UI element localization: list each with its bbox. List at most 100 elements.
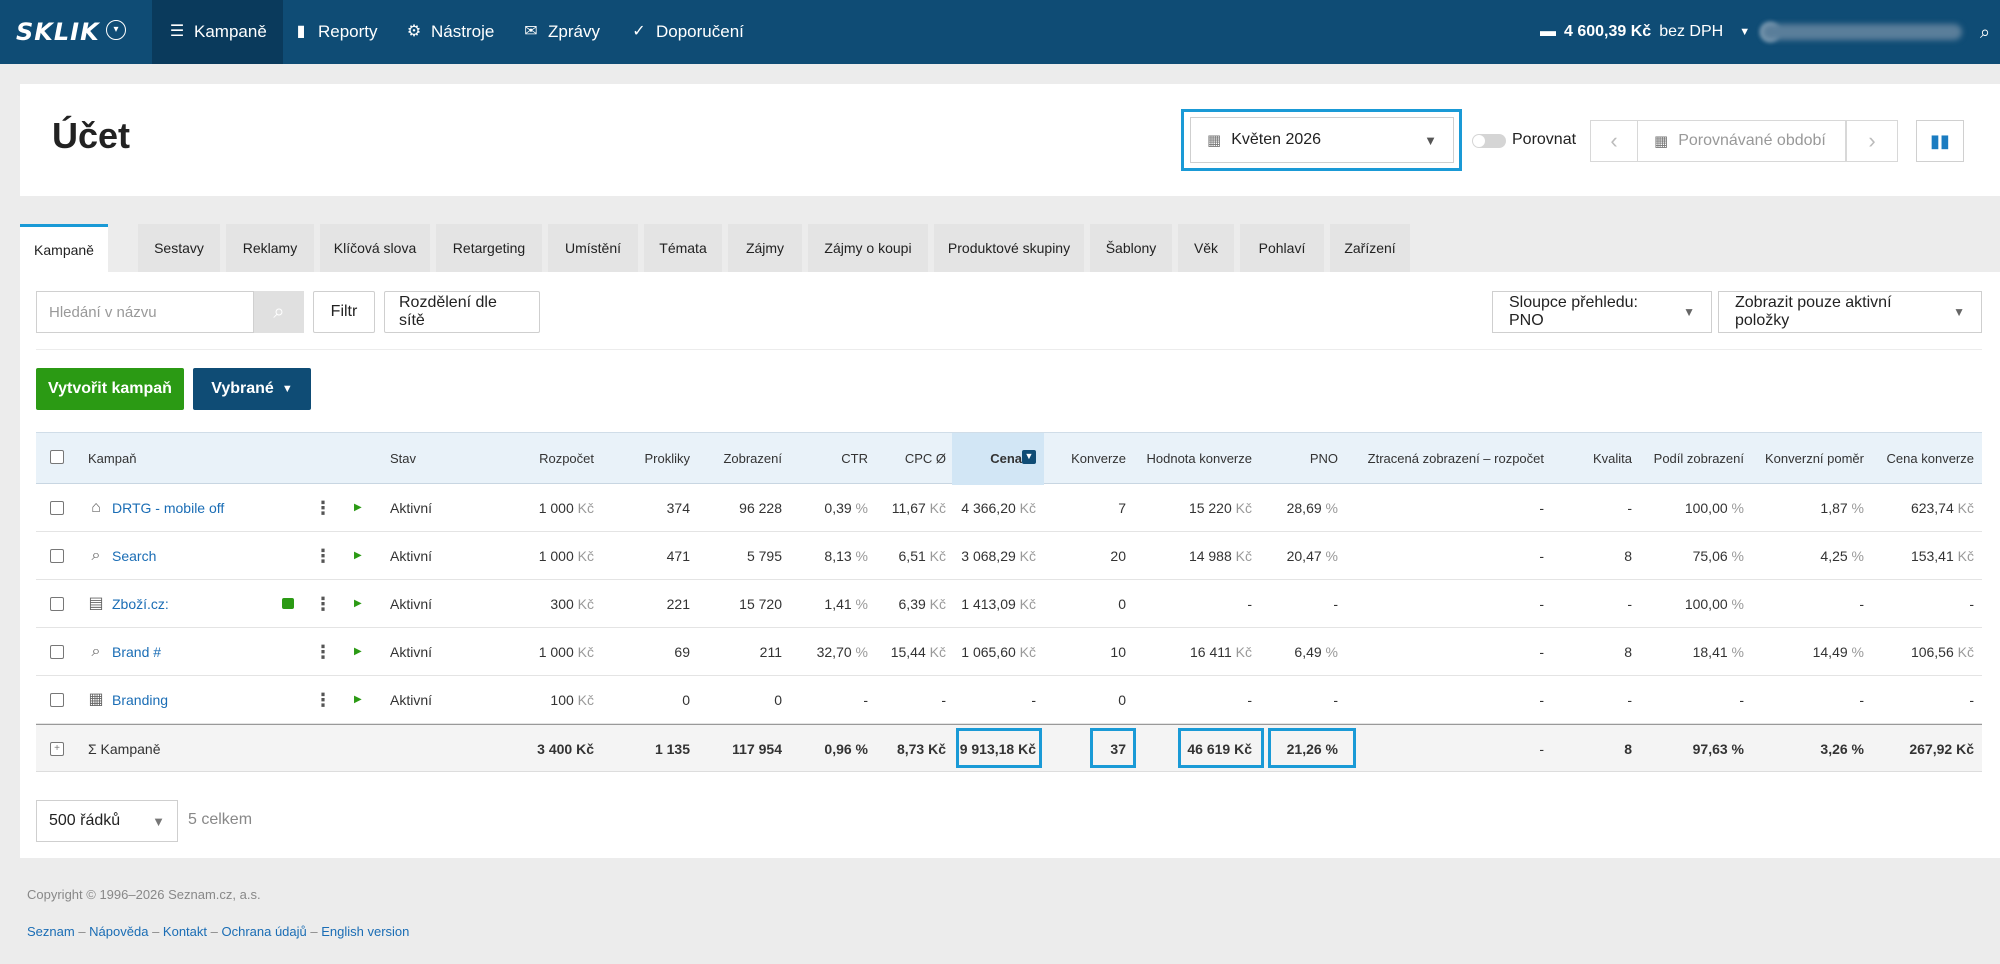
nav-campaigns[interactable]: ☰ Kampaně <box>152 0 283 64</box>
conversion-value-cell: - <box>1247 596 1252 612</box>
sort-desc-icon[interactable]: ▼ <box>1022 450 1036 464</box>
search-button[interactable]: ⌕ <box>254 291 304 333</box>
column-header-quality[interactable]: Kvalita <box>1556 433 1632 485</box>
column-header-conversions[interactable]: Konverze <box>1046 433 1126 485</box>
tab-sets[interactable]: Sestavy <box>138 224 220 272</box>
select-all-checkbox[interactable] <box>50 450 64 464</box>
play-icon[interactable]: ▶ <box>354 484 362 532</box>
row-checkbox[interactable] <box>50 549 64 563</box>
account-balance[interactable]: ▬ 4 600,39 Kč bez DPH ▼ <box>1540 0 1750 64</box>
column-header-impressions[interactable]: Zobrazení <box>696 433 782 485</box>
selected-actions-button[interactable]: Vybrané ▼ <box>193 368 311 410</box>
footer-link-help[interactable]: Nápověda <box>89 924 148 939</box>
campaign-name-link[interactable]: Brand # <box>112 628 161 676</box>
tab-product-groups[interactable]: Produktové skupiny <box>934 224 1084 272</box>
ctr-value: 8,13 <box>824 548 852 564</box>
tab-keywords[interactable]: Klíčová slova <box>320 224 430 272</box>
tab-devices[interactable]: Zařízení <box>1330 224 1410 272</box>
sklik-logo[interactable]: SKLIK <box>16 18 100 46</box>
play-icon[interactable]: ▶ <box>354 532 362 580</box>
column-header-budget[interactable]: Rozpočet <box>476 433 594 485</box>
chart-toggle-button[interactable]: ▮▮ <box>1916 120 1964 162</box>
row-checkbox[interactable] <box>50 693 64 707</box>
footer-link-contact[interactable]: Kontakt <box>163 924 207 939</box>
nav-messages[interactable]: ✉ Zprávy <box>506 0 616 64</box>
columns-select[interactable]: Sloupce přehledu: PNO ▼ <box>1492 291 1712 333</box>
row-menu-icon[interactable]: ⋮ <box>314 580 332 628</box>
summary-conversion-cost: 267,92 Kč <box>1909 741 1974 757</box>
nav-recommendations[interactable]: ✓ Doporučení <box>614 0 760 64</box>
table-row[interactable]: ▦ Branding ⋮ ▶ Aktivní 100 Kč 0 0 - - - … <box>36 676 1982 724</box>
campaign-name-link[interactable]: DRTG - mobile off <box>112 484 224 532</box>
cost-cell: 3 068,29 Kč <box>952 532 1036 580</box>
row-menu-icon[interactable]: ⋮ <box>314 484 332 532</box>
row-checkbox[interactable] <box>50 597 64 611</box>
row-checkbox[interactable] <box>50 501 64 515</box>
tab-topics[interactable]: Témata <box>644 224 722 272</box>
play-icon[interactable]: ▶ <box>354 580 362 628</box>
nav-tools[interactable]: ⚙ Nástroje <box>389 0 510 64</box>
footer-link-privacy[interactable]: Ochrana údajů <box>221 924 306 939</box>
row-menu-icon[interactable]: ⋮ <box>314 676 332 724</box>
user-name-blurred[interactable] <box>1762 24 1962 40</box>
unit: % <box>855 500 868 516</box>
campaign-name-link[interactable]: Search <box>112 532 156 580</box>
tab-placements[interactable]: Umístění <box>548 224 638 272</box>
tab-ads[interactable]: Reklamy <box>226 224 314 272</box>
column-header-ctr[interactable]: CTR <box>792 433 868 485</box>
create-campaign-button[interactable]: Vytvořit kampaň <box>36 368 184 410</box>
search-icon[interactable]: ⌕ <box>1980 22 1990 43</box>
column-header-conversion-rate[interactable]: Konverzní poměr <box>1752 433 1864 485</box>
compare-toggle[interactable] <box>1472 134 1506 148</box>
compare-prev-button[interactable]: ‹ <box>1590 120 1638 162</box>
row-checkbox[interactable] <box>50 645 64 659</box>
tab-gender[interactable]: Pohlaví <box>1240 224 1324 272</box>
column-header-cost[interactable]: Cena <box>952 433 1022 485</box>
column-header-pno[interactable]: PNO <box>1264 433 1338 485</box>
row-menu-icon[interactable]: ⋮ <box>314 532 332 580</box>
network-split-button[interactable]: Rozdělení dle sítě <box>384 291 540 333</box>
column-header-impression-share[interactable]: Podíl zobrazení <box>1640 433 1744 485</box>
play-icon[interactable]: ▶ <box>354 628 362 676</box>
campaign-name-link[interactable]: Zboží.cz: <box>112 580 169 628</box>
tab-retargeting[interactable]: Retargeting <box>436 224 542 272</box>
search-input[interactable]: Hledání v názvu <box>36 291 254 333</box>
tab-purchase-interests[interactable]: Zájmy o koupi <box>808 224 928 272</box>
compare-period-select[interactable]: ▦ Porovnávané období <box>1637 120 1846 162</box>
column-header-conversion-value[interactable]: Hodnota konverze <box>1132 433 1252 485</box>
column-header-conversion-cost[interactable]: Cena konverze <box>1872 433 1974 485</box>
play-icon[interactable]: ▶ <box>354 676 362 724</box>
nav-reports[interactable]: ▮ Reporty <box>276 0 394 64</box>
pno-value: 6,49 <box>1294 644 1322 660</box>
footer-link-english[interactable]: English version <box>321 924 409 939</box>
impressions-cell: 15 720 <box>739 596 782 612</box>
column-header-clicks[interactable]: Prokliky <box>606 433 690 485</box>
tab-age[interactable]: Věk <box>1178 224 1234 272</box>
footer-link-seznam[interactable]: Seznam <box>27 924 75 939</box>
row-menu-icon[interactable]: ⋮ <box>314 628 332 676</box>
toolbar-divider <box>36 349 1982 350</box>
campaign-name-link[interactable]: Branding <box>112 676 168 724</box>
account-switch-icon[interactable]: ▾ <box>106 20 126 40</box>
tab-campaigns[interactable]: Kampaně <box>20 224 108 273</box>
table-row[interactable]: ▤ Zboží.cz: ⋮ ▶ Aktivní 300 Kč 221 15 72… <box>36 580 1982 628</box>
page-title: Účet <box>52 115 131 156</box>
unit: % <box>855 548 868 564</box>
active-only-select[interactable]: Zobrazit pouze aktivní položky ▼ <box>1718 291 1982 333</box>
expand-icon[interactable]: + <box>50 742 64 756</box>
column-header-campaign[interactable]: Kampaň <box>88 433 136 485</box>
tab-templates[interactable]: Šablony <box>1090 224 1172 272</box>
column-header-lost-impressions[interactable]: Ztracená zobrazení – rozpočet <box>1346 433 1544 485</box>
search-icon: ⌕ <box>91 547 101 564</box>
table-row[interactable]: ⌕ Search ⋮ ▶ Aktivní 1 000 Kč 471 5 795 … <box>36 532 1982 580</box>
column-header-cpc[interactable]: CPC Ø <box>876 433 946 485</box>
compare-next-button[interactable]: › <box>1846 120 1898 162</box>
column-header-status[interactable]: Stav <box>390 433 416 485</box>
lost-impressions-cell: - <box>1539 596 1544 612</box>
table-row[interactable]: ⌕ Brand # ⋮ ▶ Aktivní 1 000 Kč 69 211 32… <box>36 628 1982 676</box>
tab-interests[interactable]: Zájmy <box>728 224 802 272</box>
date-range-select[interactable]: ▦ Květen 2026 ▼ <box>1190 117 1454 163</box>
filter-button[interactable]: Filtr <box>313 291 375 333</box>
table-row[interactable]: ⌂ DRTG - mobile off ⋮ ▶ Aktivní 1 000 Kč… <box>36 484 1982 532</box>
rows-per-page-select[interactable]: 500 řádků ▼ <box>36 800 178 842</box>
